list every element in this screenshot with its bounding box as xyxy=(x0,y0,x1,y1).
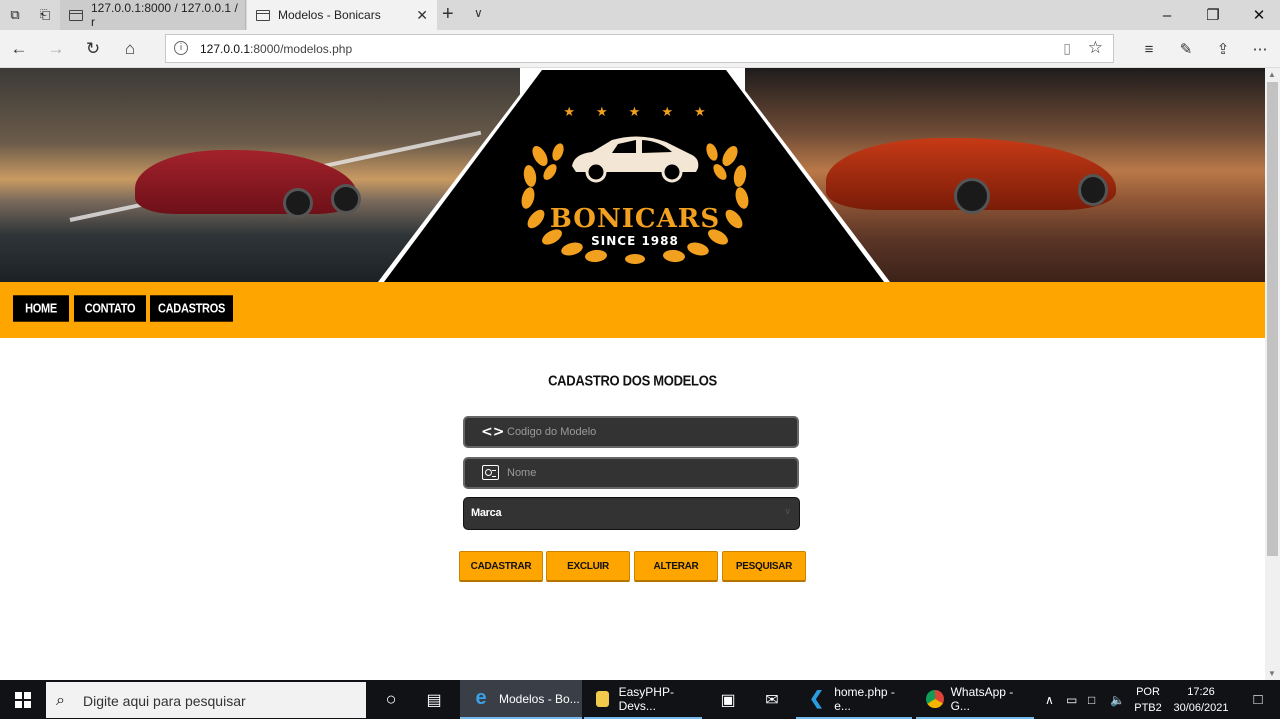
nome-field xyxy=(463,457,799,489)
task-label: WhatsApp - G... xyxy=(950,684,1014,713)
tabs-aside-icon[interactable]: ⧉ xyxy=(0,0,30,30)
marca-select[interactable]: Marca ∨ xyxy=(463,497,800,530)
close-window-icon[interactable]: ✕ xyxy=(1236,0,1280,30)
task-vscode[interactable]: ❮ home.php - e... xyxy=(796,680,912,719)
cortana-icon[interactable]: ○ xyxy=(372,680,410,719)
pesquisar-button[interactable]: PESQUISAR xyxy=(722,551,806,582)
page-scrollbar[interactable]: ▲ ▼ xyxy=(1265,68,1280,680)
reading-view-icon[interactable]: ▯ xyxy=(1063,40,1071,57)
scroll-down-icon[interactable]: ▼ xyxy=(1268,669,1276,678)
pen-icon[interactable]: ✎ xyxy=(1170,34,1202,64)
input-language[interactable]: POR PTB2 xyxy=(1134,684,1162,716)
brand-name: BONICARS xyxy=(549,204,721,234)
favorites-hub-icon[interactable]: ≡ xyxy=(1133,34,1165,64)
browser-tab-modelos[interactable]: Modelos - Bonicars ✕ xyxy=(247,0,437,30)
browser-tab-phpmyadmin[interactable]: 127.0.0.1:8000 / 127.0.0.1 / r xyxy=(60,0,246,30)
since-text: SINCE 1988 xyxy=(591,234,679,248)
store-icon[interactable]: ▣ xyxy=(706,680,750,719)
id-card-icon xyxy=(482,465,499,480)
edge-icon: e xyxy=(475,687,487,709)
refresh-icon[interactable]: ↻ xyxy=(77,34,109,64)
windows-taskbar: ⌕ Digite aqui para pesquisar ○ ▤ e Model… xyxy=(0,680,1280,719)
folder-icon xyxy=(596,690,609,707)
nav-home[interactable]: HOME xyxy=(13,295,69,322)
lang-code: POR xyxy=(1136,686,1160,698)
codigo-input[interactable] xyxy=(507,422,787,442)
tab-title: 127.0.0.1:8000 / 127.0.0.1 / r xyxy=(90,1,238,29)
main-navbar: HOME CONTATO CADASTROS xyxy=(0,282,1265,338)
scrollbar-thumb[interactable] xyxy=(1267,82,1278,556)
address-bar: ← → ↻ ⌂ i 127.0.0.1:8000/modelos.php ▯ ☆… xyxy=(0,30,1280,68)
lang-layout: PTB2 xyxy=(1134,702,1162,714)
taskbar-clock[interactable]: 17:26 30/06/2021 xyxy=(1166,684,1236,716)
wheel xyxy=(954,178,990,214)
task-label: home.php - e... xyxy=(834,684,895,713)
notification-icon[interactable]: □ xyxy=(1236,680,1280,719)
search-icon: ⌕ xyxy=(56,690,65,709)
task-label: EasyPHP-Devs... xyxy=(618,684,674,713)
code-icon: <> xyxy=(481,424,505,440)
url-text: 127.0.0.1:8000/modelos.php xyxy=(200,42,353,56)
form-title: CADASTRO DOS MODELOS xyxy=(548,371,717,390)
bonicars-logo: ★★★★★ BONICARS SINCE 1988 xyxy=(500,104,770,264)
vscode-icon: ❮ xyxy=(809,688,825,708)
set-aside-tabs-icon[interactable]: ⎗ xyxy=(30,0,60,30)
chevron-down-icon[interactable]: ∨ xyxy=(474,6,483,20)
home-icon[interactable]: ⌂ xyxy=(114,34,146,64)
page-icon xyxy=(69,9,83,21)
task-view-icon[interactable]: ▤ xyxy=(414,680,454,719)
search-placeholder: Digite aqui para pesquisar xyxy=(83,693,246,709)
cadastrar-button[interactable]: CADASTRAR xyxy=(459,551,543,582)
network-icon[interactable]: □ xyxy=(1088,680,1106,719)
nav-contato[interactable]: CONTATO xyxy=(74,295,146,322)
volume-icon[interactable]: 🔈 xyxy=(1110,680,1128,719)
task-edge[interactable]: e Modelos - Bo... xyxy=(460,680,582,719)
scroll-up-icon[interactable]: ▲ xyxy=(1268,70,1276,79)
task-chrome[interactable]: WhatsApp - G... xyxy=(916,680,1034,719)
task-explorer[interactable]: EasyPHP-Devs... xyxy=(584,680,702,719)
alterar-button[interactable]: ALTERAR xyxy=(634,551,718,582)
nav-cadastros[interactable]: CADASTROS xyxy=(150,295,233,322)
browser-tab-bar: ⧉ ⎗ 127.0.0.1:8000 / 127.0.0.1 / r Model… xyxy=(0,0,1280,30)
forward-icon[interactable]: → xyxy=(40,34,72,64)
info-icon[interactable]: i xyxy=(174,41,188,55)
wheel xyxy=(331,184,361,214)
back-icon[interactable]: ← xyxy=(3,34,35,64)
battery-icon[interactable]: ▭ xyxy=(1066,680,1084,719)
chevron-down-icon: ∨ xyxy=(784,506,791,516)
page-icon xyxy=(256,9,270,21)
start-button[interactable] xyxy=(0,680,46,719)
new-tab-icon[interactable]: + xyxy=(442,3,454,26)
minimize-icon[interactable]: – xyxy=(1144,0,1190,30)
favorite-star-icon[interactable]: ☆ xyxy=(1088,38,1103,58)
wheel xyxy=(1078,174,1108,206)
tray-chevron-up-icon[interactable]: ∧ xyxy=(1045,680,1059,719)
tab-title: Modelos - Bonicars xyxy=(278,8,381,22)
close-tab-icon[interactable]: ✕ xyxy=(416,7,428,24)
wheel xyxy=(283,188,313,218)
url-input[interactable]: i 127.0.0.1:8000/modelos.php ▯ ☆ xyxy=(165,34,1114,63)
windows-logo-icon xyxy=(15,691,31,708)
header-banner: ★★★★★ BONICARS SINCE 1988 xyxy=(0,68,1265,282)
mail-icon[interactable]: ✉ xyxy=(750,680,794,719)
more-icon[interactable]: ⋯ xyxy=(1244,34,1276,64)
page-viewport: ★★★★★ BONICARS SINCE 1988 HOME CONTATO C… xyxy=(0,68,1265,680)
taskbar-search[interactable]: ⌕ Digite aqui para pesquisar xyxy=(46,682,366,718)
task-label: Modelos - Bo... xyxy=(499,691,580,706)
clock-time: 17:26 xyxy=(1187,686,1215,698)
marca-selected-value: Marca xyxy=(471,507,502,519)
restore-icon[interactable]: ❐ xyxy=(1190,0,1236,30)
codigo-field: <> xyxy=(463,416,799,448)
excluir-button[interactable]: EXCLUIR xyxy=(546,551,630,582)
chrome-icon xyxy=(926,689,944,708)
share-icon[interactable]: ⇪ xyxy=(1207,34,1239,64)
clock-date: 30/06/2021 xyxy=(1173,702,1229,714)
nome-input[interactable] xyxy=(507,463,787,483)
